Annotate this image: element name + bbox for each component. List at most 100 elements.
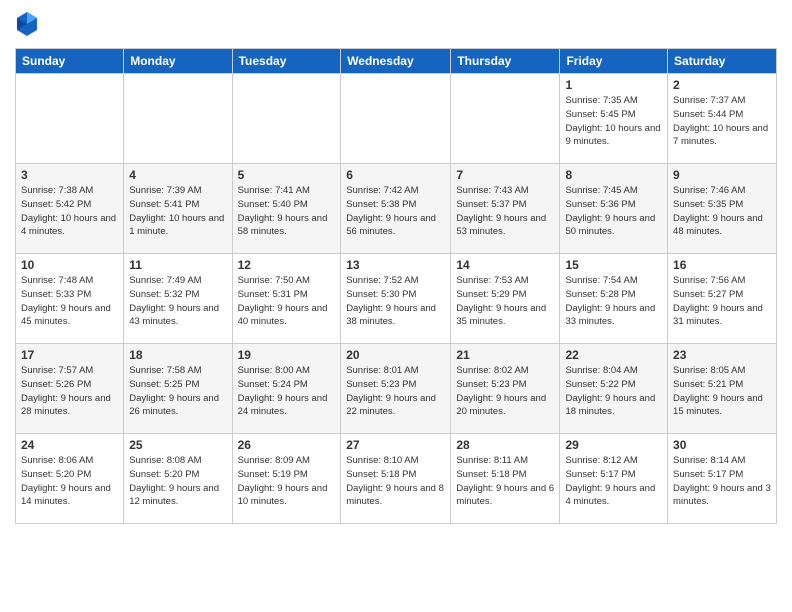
day-info: Sunrise: 7:52 AM Sunset: 5:30 PM Dayligh… [346,274,445,329]
calendar-cell: 23 Sunrise: 8:05 AM Sunset: 5:21 PM Dayli… [668,344,777,434]
calendar-cell: 2 Sunrise: 7:37 AM Sunset: 5:44 PM Daylig… [668,74,777,164]
day-number: 26 [238,438,336,452]
calendar-cell: 12 Sunrise: 7:50 AM Sunset: 5:31 PM Dayli… [232,254,341,344]
day-info: Sunrise: 8:00 AM Sunset: 5:24 PM Dayligh… [238,364,336,419]
logo [15,10,43,38]
day-info: Sunrise: 7:53 AM Sunset: 5:29 PM Dayligh… [456,274,554,329]
day-header-wednesday: Wednesday [341,49,451,74]
calendar-cell: 29 Sunrise: 8:12 AM Sunset: 5:17 PM Dayli… [560,434,668,524]
calendar-cell: 24 Sunrise: 8:06 AM Sunset: 5:20 PM Dayli… [16,434,124,524]
day-info: Sunrise: 8:06 AM Sunset: 5:20 PM Dayligh… [21,454,118,509]
day-info: Sunrise: 7:54 AM Sunset: 5:28 PM Dayligh… [565,274,662,329]
day-number: 22 [565,348,662,362]
calendar-cell: 9Sunrise: 7:46 AM Sunset: 5:35 PM Daylig… [668,164,777,254]
day-number: 12 [238,258,336,272]
calendar-cell [124,74,232,164]
day-number: 14 [456,258,554,272]
calendar-cell: 19 Sunrise: 8:00 AM Sunset: 5:24 PM Dayli… [232,344,341,434]
calendar-cell: 30Sunrise: 8:14 AM Sunset: 5:17 PM Dayli… [668,434,777,524]
day-info: Sunrise: 8:04 AM Sunset: 5:22 PM Dayligh… [565,364,662,419]
day-header-friday: Friday [560,49,668,74]
day-number: 7 [456,168,554,182]
day-number: 18 [129,348,226,362]
calendar-header-row: SundayMondayTuesdayWednesdayThursdayFrid… [16,49,777,74]
calendar-cell [16,74,124,164]
day-info: Sunrise: 8:12 AM Sunset: 5:17 PM Dayligh… [565,454,662,509]
calendar-cell: 17 Sunrise: 7:57 AM Sunset: 5:26 PM Dayli… [16,344,124,434]
day-number: 19 [238,348,336,362]
calendar-cell: 14 Sunrise: 7:53 AM Sunset: 5:29 PM Dayli… [451,254,560,344]
calendar-cell: 20Sunrise: 8:01 AM Sunset: 5:23 PM Dayli… [341,344,451,434]
day-number: 9 [673,168,771,182]
calendar-cell: 25 Sunrise: 8:08 AM Sunset: 5:20 PM Dayli… [124,434,232,524]
calendar-week-row: 1 Sunrise: 7:35 AM Sunset: 5:45 PM Daylig… [16,74,777,164]
day-info: Sunrise: 8:01 AM Sunset: 5:23 PM Dayligh… [346,364,445,419]
calendar-cell: 16 Sunrise: 7:56 AM Sunset: 5:27 PM Dayli… [668,254,777,344]
day-header-saturday: Saturday [668,49,777,74]
day-number: 27 [346,438,445,452]
day-number: 28 [456,438,554,452]
day-info: Sunrise: 7:37 AM Sunset: 5:44 PM Dayligh… [673,94,771,149]
calendar-cell: 3 Sunrise: 7:38 AM Sunset: 5:42 PM Daylig… [16,164,124,254]
calendar-cell: 4 Sunrise: 7:39 AM Sunset: 5:41 PM Daylig… [124,164,232,254]
day-info: Sunrise: 7:49 AM Sunset: 5:32 PM Dayligh… [129,274,226,329]
calendar-cell: 1 Sunrise: 7:35 AM Sunset: 5:45 PM Daylig… [560,74,668,164]
day-number: 21 [456,348,554,362]
logo-icon [15,10,39,38]
calendar-cell: 5 Sunrise: 7:41 AM Sunset: 5:40 PM Daylig… [232,164,341,254]
calendar-cell: 11Sunrise: 7:49 AM Sunset: 5:32 PM Dayli… [124,254,232,344]
calendar-cell: 26 Sunrise: 8:09 AM Sunset: 5:19 PM Dayli… [232,434,341,524]
day-number: 13 [346,258,445,272]
day-header-monday: Monday [124,49,232,74]
day-info: Sunrise: 8:02 AM Sunset: 5:23 PM Dayligh… [456,364,554,419]
calendar-cell: 22 Sunrise: 8:04 AM Sunset: 5:22 PM Dayli… [560,344,668,434]
day-number: 16 [673,258,771,272]
day-info: Sunrise: 7:41 AM Sunset: 5:40 PM Dayligh… [238,184,336,239]
calendar-table: SundayMondayTuesdayWednesdayThursdayFrid… [15,48,777,524]
calendar-cell: 18 Sunrise: 7:58 AM Sunset: 5:25 PM Dayli… [124,344,232,434]
day-number: 10 [21,258,118,272]
day-number: 5 [238,168,336,182]
day-number: 2 [673,78,771,92]
calendar-cell [341,74,451,164]
day-info: Sunrise: 8:08 AM Sunset: 5:20 PM Dayligh… [129,454,226,509]
day-info: Sunrise: 8:09 AM Sunset: 5:19 PM Dayligh… [238,454,336,509]
day-header-tuesday: Tuesday [232,49,341,74]
day-number: 15 [565,258,662,272]
calendar-cell: 7 Sunrise: 7:43 AM Sunset: 5:37 PM Daylig… [451,164,560,254]
calendar-cell: 28Sunrise: 8:11 AM Sunset: 5:18 PM Dayli… [451,434,560,524]
calendar-cell: 13 Sunrise: 7:52 AM Sunset: 5:30 PM Dayli… [341,254,451,344]
day-info: Sunrise: 7:57 AM Sunset: 5:26 PM Dayligh… [21,364,118,419]
day-info: Sunrise: 7:43 AM Sunset: 5:37 PM Dayligh… [456,184,554,239]
day-info: Sunrise: 8:05 AM Sunset: 5:21 PM Dayligh… [673,364,771,419]
day-number: 1 [565,78,662,92]
day-info: Sunrise: 8:10 AM Sunset: 5:18 PM Dayligh… [346,454,445,509]
day-header-sunday: Sunday [16,49,124,74]
day-info: Sunrise: 7:39 AM Sunset: 5:41 PM Dayligh… [129,184,226,239]
day-number: 23 [673,348,771,362]
day-number: 25 [129,438,226,452]
day-number: 4 [129,168,226,182]
calendar-cell [451,74,560,164]
day-number: 3 [21,168,118,182]
day-info: Sunrise: 7:56 AM Sunset: 5:27 PM Dayligh… [673,274,771,329]
day-info: Sunrise: 7:58 AM Sunset: 5:25 PM Dayligh… [129,364,226,419]
day-number: 24 [21,438,118,452]
day-number: 30 [673,438,771,452]
calendar-week-row: 24 Sunrise: 8:06 AM Sunset: 5:20 PM Dayli… [16,434,777,524]
day-number: 29 [565,438,662,452]
day-number: 17 [21,348,118,362]
day-info: Sunrise: 7:35 AM Sunset: 5:45 PM Dayligh… [565,94,662,149]
day-info: Sunrise: 7:42 AM Sunset: 5:38 PM Dayligh… [346,184,445,239]
calendar-cell: 10 Sunrise: 7:48 AM Sunset: 5:33 PM Dayli… [16,254,124,344]
day-number: 6 [346,168,445,182]
calendar-cell: 21 Sunrise: 8:02 AM Sunset: 5:23 PM Dayli… [451,344,560,434]
calendar-cell [232,74,341,164]
day-info: Sunrise: 7:50 AM Sunset: 5:31 PM Dayligh… [238,274,336,329]
day-info: Sunrise: 7:48 AM Sunset: 5:33 PM Dayligh… [21,274,118,329]
calendar-week-row: 3 Sunrise: 7:38 AM Sunset: 5:42 PM Daylig… [16,164,777,254]
day-info: Sunrise: 7:38 AM Sunset: 5:42 PM Dayligh… [21,184,118,239]
header [15,10,777,38]
day-header-thursday: Thursday [451,49,560,74]
calendar-cell: 27 Sunrise: 8:10 AM Sunset: 5:18 PM Dayli… [341,434,451,524]
